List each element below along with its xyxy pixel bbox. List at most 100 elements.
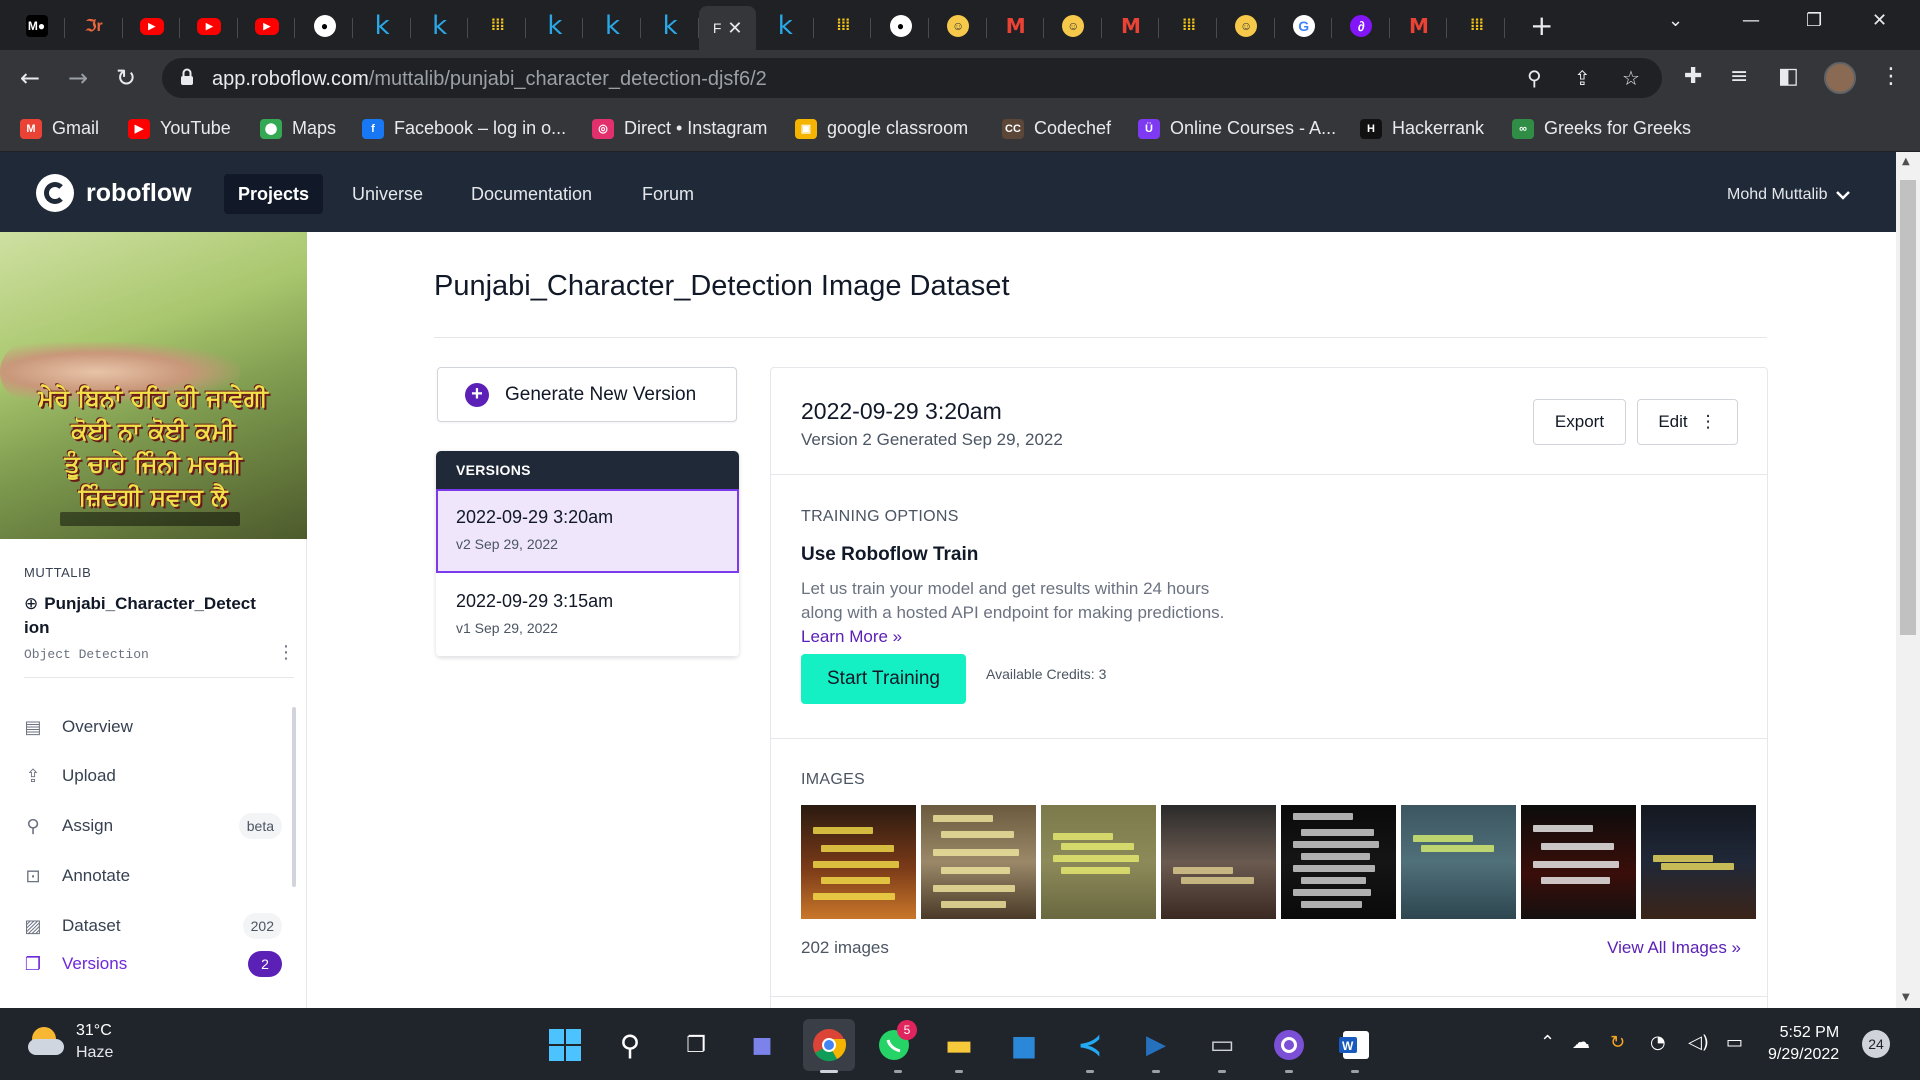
sidebar-item-annotate[interactable]: ⊡ Annotate [22, 859, 284, 893]
show-hidden-icons[interactable]: ⌃ [1540, 1032, 1555, 1053]
image-thumbnail[interactable] [1521, 805, 1636, 919]
bookmark-item[interactable]: H Hackerrank [1360, 118, 1484, 139]
image-thumbnail[interactable] [1401, 805, 1516, 919]
tab[interactable]: k [642, 6, 699, 46]
close-window-icon[interactable]: ✕ [1872, 10, 1887, 31]
sidebar-item-versions[interactable]: ❐ Versions 2 [22, 947, 284, 981]
tab[interactable]: M [1390, 6, 1448, 46]
nav-forum[interactable]: Forum [628, 174, 708, 214]
start-training-button[interactable]: Start Training [801, 654, 966, 704]
image-thumbnail[interactable] [1281, 805, 1396, 919]
restore-icon[interactable]: ❐ [1806, 10, 1822, 31]
tab[interactable]: ● [296, 6, 353, 46]
tab[interactable]: ∂ [1333, 6, 1390, 46]
task-view-icon[interactable]: ❐ [677, 1026, 715, 1064]
bookmark-item[interactable]: ⬤ Maps [260, 118, 336, 139]
tab[interactable]: k [354, 6, 411, 46]
reading-list-icon[interactable]: ≡ [1730, 64, 1748, 89]
bookmark-item[interactable]: ∞ Greeks for Greeks [1512, 118, 1691, 139]
image-thumbnail[interactable] [921, 805, 1036, 919]
tab[interactable]: k [526, 6, 584, 46]
bookmark-item[interactable]: M Gmail [20, 118, 99, 139]
bookmark-star-icon[interactable]: ☆ [1622, 66, 1640, 90]
tab[interactable]: ⁞⁞⁞ [1448, 6, 1505, 46]
close-tab-icon[interactable]: ✕ [727, 18, 742, 39]
sidebar-item-assign[interactable]: ⚲ Assign beta [22, 809, 284, 843]
volume-icon[interactable]: ◁) [1688, 1032, 1709, 1053]
powershell-icon[interactable]: ▶ [1137, 1026, 1175, 1064]
user-menu[interactable]: Mohd Muttalib [1727, 186, 1850, 204]
nav-universe[interactable]: Universe [338, 174, 437, 214]
tab[interactable]: k [584, 6, 641, 46]
image-thumbnail[interactable] [1641, 805, 1756, 919]
terminal-icon[interactable]: ▭ [1203, 1026, 1241, 1064]
clock[interactable]: 5:52 PM 9/29/2022 [1768, 1022, 1839, 1066]
zoom-icon[interactable]: ⚲ [1527, 66, 1542, 90]
file-explorer-icon[interactable]: ▬ [940, 1026, 978, 1064]
bookmark-item[interactable]: ▶ YouTube [128, 118, 231, 139]
tab-search-icon[interactable]: ⌄ [1668, 10, 1683, 31]
tab[interactable]: k [411, 6, 469, 46]
nav-projects[interactable]: Projects [224, 174, 324, 214]
tab[interactable]: M● [8, 6, 65, 46]
sidebar-item-upload[interactable]: ⇪ Upload [22, 759, 284, 793]
tab[interactable]: ▶ [238, 6, 296, 46]
side-panel-icon[interactable]: ◧ [1778, 64, 1799, 89]
tab[interactable]: ▶ [181, 6, 238, 46]
scroll-up-icon[interactable]: ▲ [1902, 156, 1910, 167]
generate-version-button[interactable]: + Generate New Version [437, 367, 737, 422]
tab[interactable]: ● [872, 6, 929, 46]
image-thumbnail[interactable] [1161, 805, 1276, 919]
tab[interactable]: ☺ [1218, 6, 1275, 46]
tab[interactable]: M [987, 6, 1045, 46]
sidebar-scrollbar[interactable] [292, 707, 296, 887]
sidebar-item-overview[interactable]: ▤ Overview [22, 710, 284, 744]
minimize-icon[interactable]: — [1742, 10, 1760, 31]
notification-count[interactable]: 24 [1862, 1030, 1890, 1058]
sidebar-item-dataset[interactable]: ▨ Dataset 202 [22, 909, 284, 943]
github-desktop-icon[interactable] [1270, 1026, 1308, 1064]
export-button[interactable]: Export [1533, 399, 1626, 445]
project-options-icon[interactable]: ⋮ [277, 642, 295, 663]
version-item-v2[interactable]: 2022-09-29 3:20am v2 Sep 29, 2022 [436, 489, 739, 573]
tab[interactable]: ⁞⁞⁞ [469, 6, 526, 46]
tab[interactable]: G [1275, 6, 1333, 46]
tab[interactable]: ⁞⁞⁞ [814, 6, 872, 46]
bookmark-item[interactable]: ▣ google classroom [795, 118, 968, 139]
forward-icon[interactable]: → [68, 64, 88, 92]
view-all-images-link[interactable]: View All Images » [1607, 938, 1741, 958]
chat-icon[interactable]: ■ [743, 1026, 781, 1064]
version-item-v1[interactable]: 2022-09-29 3:15am v1 Sep 29, 2022 [436, 573, 739, 657]
image-thumbnail[interactable] [1041, 805, 1156, 919]
wifi-icon[interactable]: ◔ [1650, 1032, 1666, 1053]
project-owner[interactable]: MUTTALIB [24, 565, 91, 580]
scrollbar-thumb[interactable] [1900, 180, 1916, 635]
whatsapp-icon[interactable]: 5 [875, 1020, 917, 1064]
profile-avatar[interactable] [1824, 62, 1856, 94]
tab[interactable]: M [1102, 6, 1160, 46]
reload-icon[interactable]: ↻ [116, 64, 136, 92]
tab[interactable]: ☺ [1045, 6, 1102, 46]
extensions-icon[interactable]: ✚ [1684, 64, 1702, 89]
chrome-icon[interactable] [803, 1019, 855, 1071]
share-icon[interactable]: ⇪ [1574, 66, 1591, 90]
battery-icon[interactable]: ▭ [1726, 1032, 1743, 1053]
sync-icon[interactable]: ↻ [1610, 1032, 1625, 1053]
new-tab-button[interactable]: + [1530, 9, 1553, 42]
bookmark-item[interactable]: CC Codechef [1002, 118, 1111, 139]
roboflow-logo[interactable]: roboflow [36, 174, 192, 212]
search-icon[interactable]: ⚲ [611, 1026, 649, 1064]
edit-button[interactable]: Edit ⋮ [1637, 399, 1738, 445]
scroll-down-icon[interactable]: ▼ [1902, 992, 1910, 1003]
learn-more-link[interactable]: Learn More » [801, 627, 902, 646]
tab-active[interactable]: F ✕ [699, 6, 757, 50]
tab[interactable]: ▶ [123, 6, 181, 46]
bookmark-item[interactable]: ◎ Direct • Instagram [592, 118, 767, 139]
tab[interactable]: ⁞⁞⁞ [1160, 6, 1217, 46]
back-icon[interactable]: ← [20, 64, 40, 92]
weather-widget[interactable]: 31°C Haze [28, 1022, 113, 1062]
tab[interactable]: k [757, 6, 814, 46]
start-icon[interactable] [546, 1026, 584, 1064]
page-scrollbar[interactable]: ▲ ▼ [1896, 152, 1920, 1008]
nav-documentation[interactable]: Documentation [457, 174, 606, 214]
